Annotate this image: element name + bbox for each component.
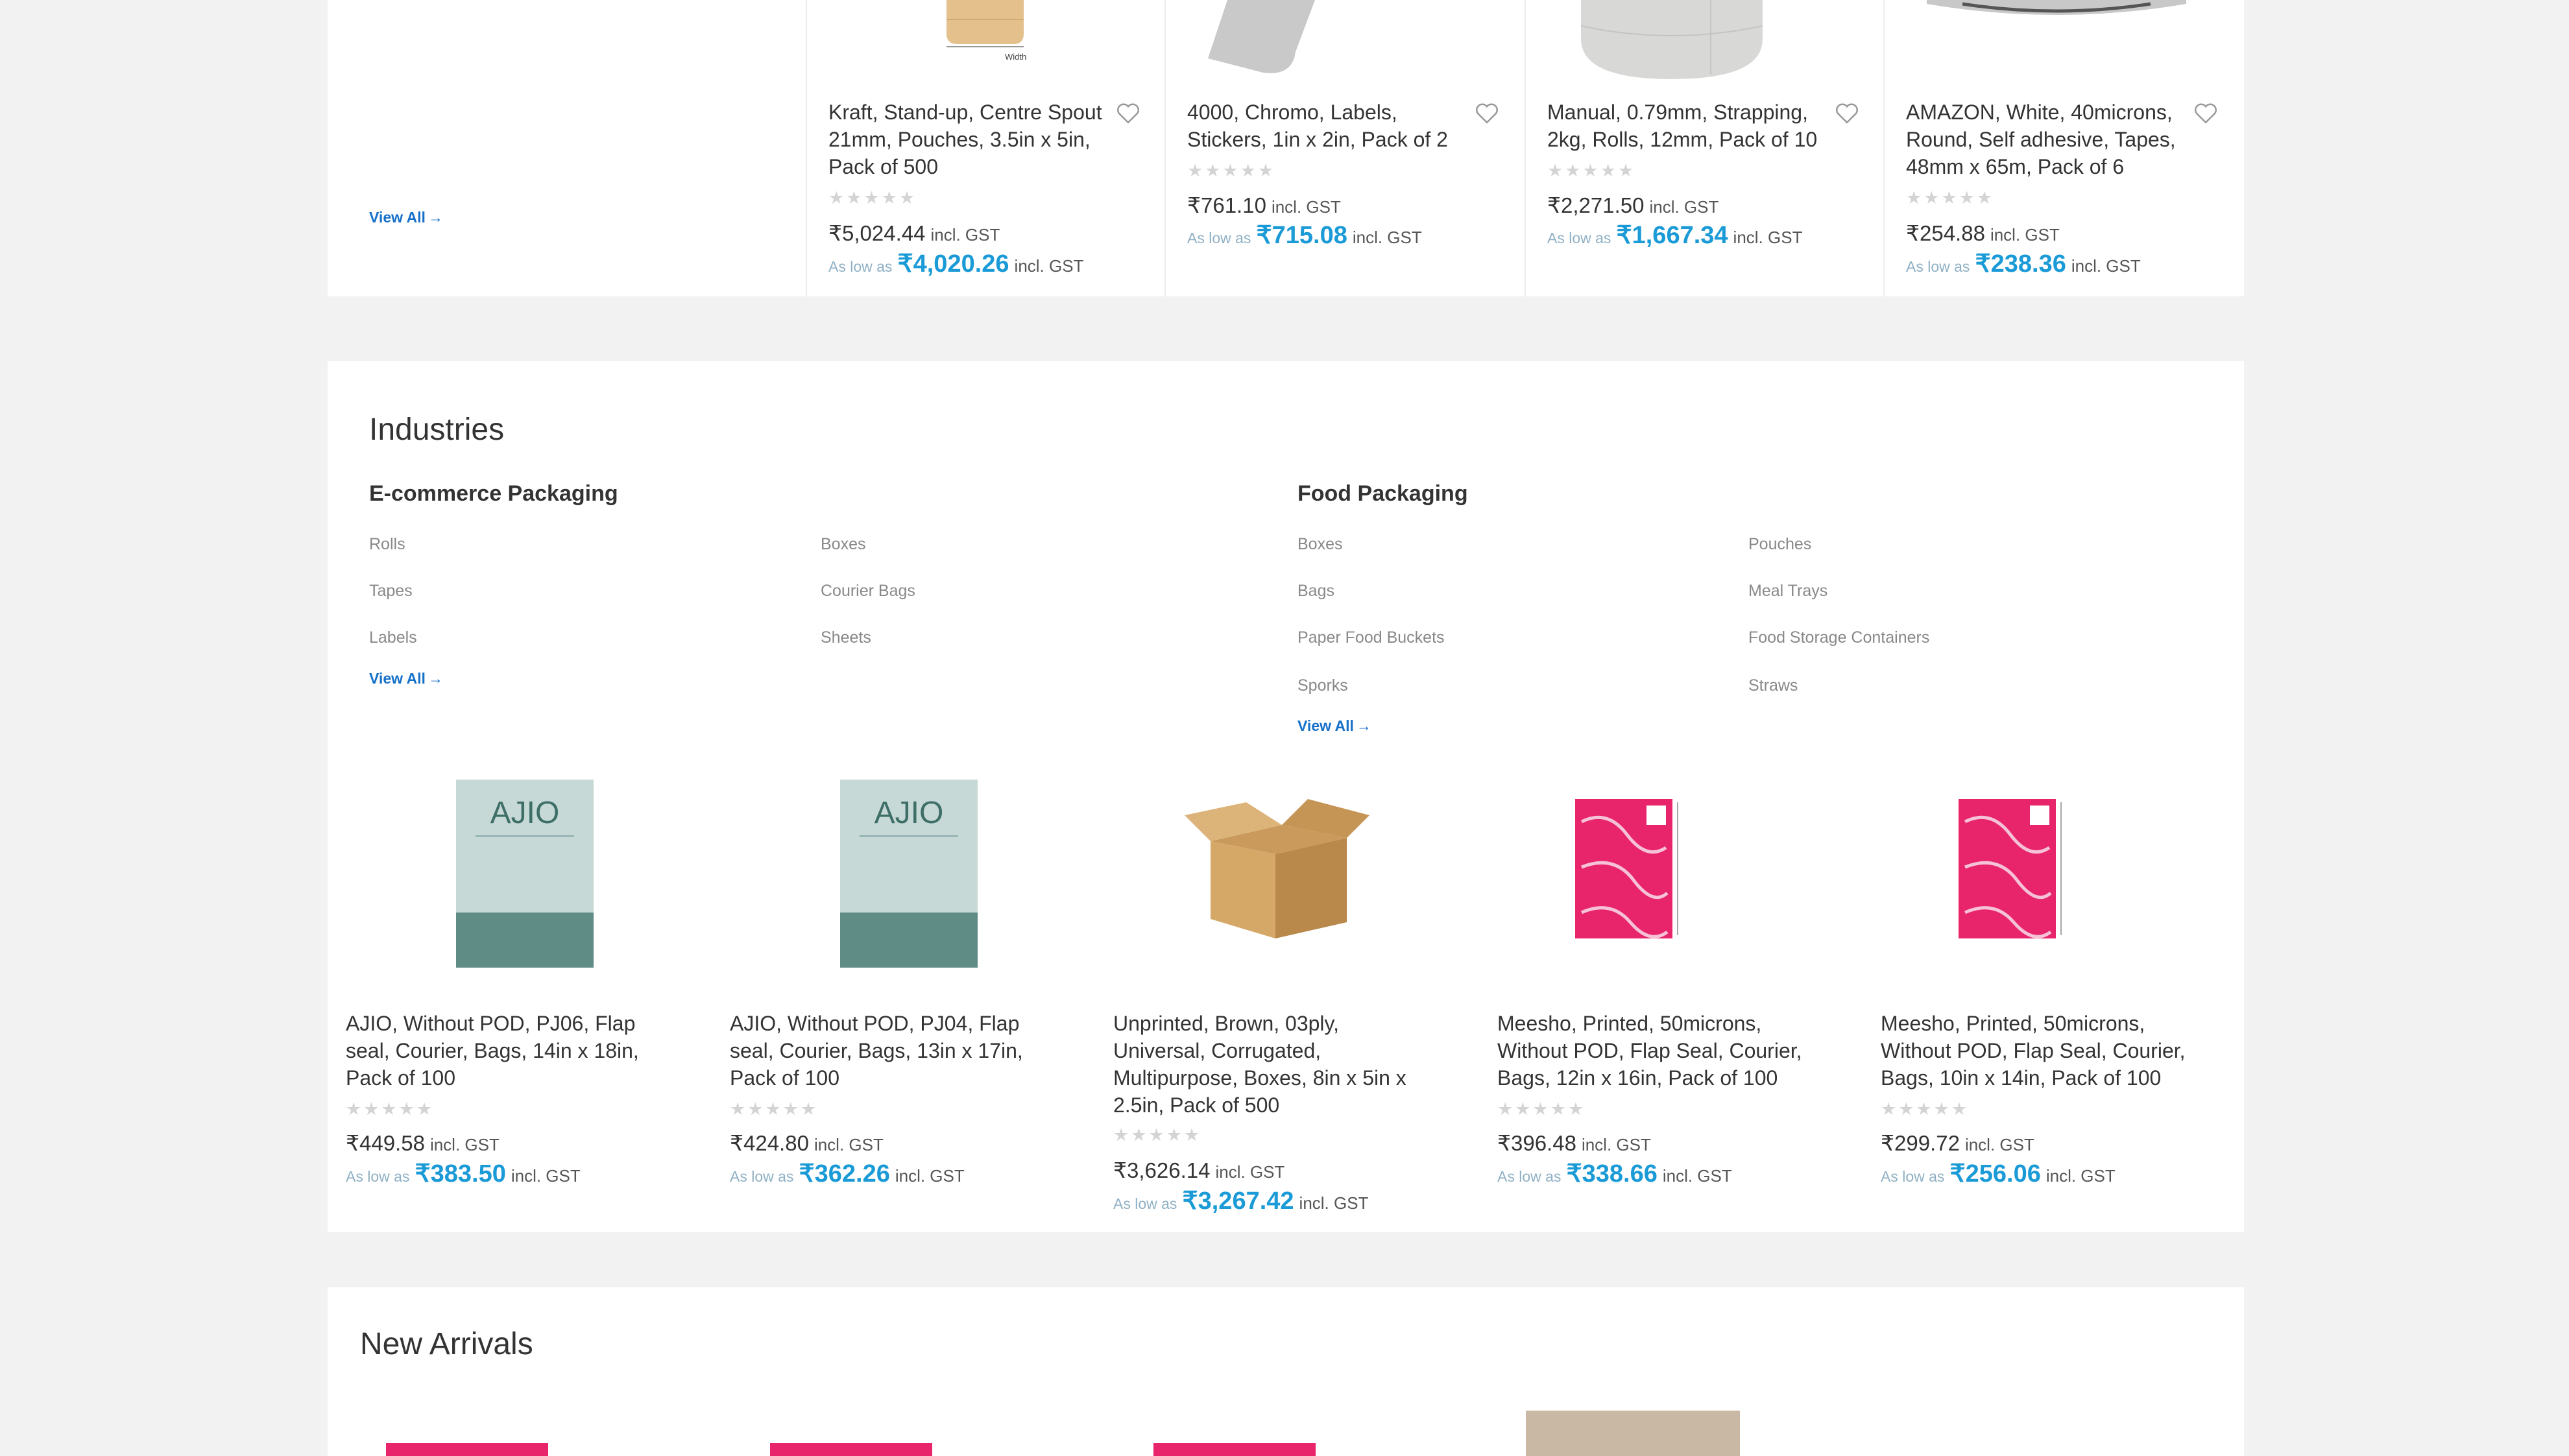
- rating-stars: ★★★★★: [1906, 188, 1995, 208]
- rating-stars: ★★★★★: [1497, 1099, 1586, 1119]
- wishlist-heart-icon[interactable]: [1475, 102, 1499, 125]
- product-title[interactable]: AJIO, Without POD, PJ04, Flap seal, Cour…: [730, 1010, 1041, 1092]
- product-thumbnail[interactable]: [770, 1443, 932, 1456]
- product-card[interactable]: 4000, Chromo, Labels, Stickers, 1in x 2i…: [1166, 0, 1521, 296]
- meesho-courier-bag-image[interactable]: [1497, 796, 1861, 951]
- corrugated-box-image[interactable]: [1113, 789, 1477, 958]
- rating-stars: ★★★★★: [730, 1099, 819, 1119]
- industries-panel: Industries E-commerce Packaging Rolls Ta…: [328, 361, 2244, 1232]
- as-low-as-price: As low as ₹338.66 incl. GST: [1497, 1160, 1732, 1187]
- product-title[interactable]: Manual, 0.79mm, Strapping, 2kg, Rolls, 1…: [1547, 99, 1826, 153]
- tape-roll-image[interactable]: [1885, 0, 2240, 84]
- product-title[interactable]: Meesho, Printed, 50microns, Without POD,…: [1497, 1010, 1809, 1092]
- as-low-as-price: As low as ₹362.26 incl. GST: [730, 1160, 965, 1187]
- product-thumbnail[interactable]: [1153, 1443, 1316, 1456]
- product-title[interactable]: 4000, Chromo, Labels, Stickers, 1in x 2i…: [1187, 99, 1466, 153]
- product-title[interactable]: Meesho, Printed, 50microns, Without POD,…: [1881, 1010, 2192, 1092]
- product-price: ₹5,024.44 incl. GST: [828, 221, 1000, 245]
- product-card[interactable]: Width Kraft, Stand-up, Centre Spout 21mm…: [807, 0, 1163, 296]
- product-card[interactable]: Manual, 0.79mm, Strapping, 2kg, Rolls, 1…: [1526, 0, 1881, 296]
- meesho-courier-bag-image[interactable]: [1881, 796, 2244, 951]
- wishlist-heart-icon[interactable]: [1116, 102, 1140, 125]
- product-title[interactable]: AJIO, Without POD, PJ06, Flap seal, Cour…: [346, 1010, 657, 1092]
- as-low-as-price: As low as ₹383.50 incl. GST: [346, 1160, 581, 1187]
- ajio-courier-bag-image[interactable]: AJIO: [346, 776, 709, 971]
- product-price: ₹254.88 incl. GST: [1906, 221, 2060, 245]
- product-thumbnail[interactable]: [386, 1443, 548, 1456]
- product-title[interactable]: Kraft, Stand-up, Centre Spout 21mm, Pouc…: [828, 99, 1107, 180]
- product-price: ₹299.72 incl. GST: [1881, 1131, 2034, 1155]
- product-thumbnail[interactable]: [1526, 1411, 1740, 1456]
- ajio-courier-bag-image[interactable]: AJIO: [730, 776, 1093, 971]
- product-price: ₹3,626.14 incl. GST: [1113, 1158, 1285, 1182]
- product-price: ₹761.10 incl. GST: [1187, 193, 1341, 217]
- as-low-as-price: As low as ₹4,020.26 incl. GST: [828, 250, 1084, 278]
- rating-stars: ★★★★★: [1881, 1099, 1970, 1119]
- ajio-brand-text: AJIO: [490, 796, 560, 830]
- ajio-brand-text: AJIO: [874, 796, 944, 830]
- product-card[interactable]: Meesho, Printed, 50microns, Without POD,…: [1497, 361, 1861, 1232]
- new-arrivals-panel: New Arrivals: [328, 1287, 2244, 1456]
- product-card[interactable]: AMAZON, White, 40microns, Round, Self ad…: [1885, 0, 2240, 296]
- as-low-as-price: As low as ₹238.36 incl. GST: [1906, 250, 2141, 278]
- product-price: ₹396.48 incl. GST: [1497, 1131, 1651, 1155]
- rating-stars: ★★★★★: [828, 188, 917, 208]
- rating-stars: ★★★★★: [346, 1099, 435, 1119]
- rating-stars: ★★★★★: [1113, 1125, 1202, 1145]
- arrow-right-icon: →: [428, 209, 443, 226]
- product-card[interactable]: AJIO AJIO, Without POD, PJ06, Flap seal,…: [346, 361, 709, 1232]
- label-sheet-image[interactable]: [1166, 0, 1521, 84]
- product-title[interactable]: Unprinted, Brown, 03ply, Universal, Corr…: [1113, 1010, 1425, 1119]
- product-card[interactable]: AJIO AJIO, Without POD, PJ04, Flap seal,…: [730, 361, 1093, 1232]
- as-low-as-price: As low as ₹256.06 incl. GST: [1881, 1160, 2116, 1187]
- as-low-as-price: As low as ₹715.08 incl. GST: [1187, 222, 1422, 249]
- product-price: ₹449.58 incl. GST: [346, 1131, 500, 1155]
- product-title[interactable]: AMAZON, White, 40microns, Round, Self ad…: [1906, 99, 2185, 180]
- product-price: ₹2,271.50 incl. GST: [1547, 193, 1719, 217]
- top-products-panel: View All → Width Kraft, Stand-up, Centre …: [328, 0, 2244, 296]
- rating-stars: ★★★★★: [1187, 161, 1276, 180]
- product-card[interactable]: Unprinted, Brown, 03ply, Universal, Corr…: [1113, 361, 1477, 1232]
- rating-stars: ★★★★★: [1547, 161, 1636, 180]
- as-low-as-price: As low as ₹1,667.34 incl. GST: [1547, 222, 1803, 249]
- as-low-as-price: As low as ₹3,267.42 incl. GST: [1113, 1187, 1369, 1215]
- kraft-pouch-image[interactable]: [807, 0, 1163, 84]
- wishlist-heart-icon[interactable]: [2193, 102, 2218, 125]
- product-card[interactable]: Meesho, Printed, 50microns, Without POD,…: [1881, 361, 2244, 1232]
- top-view-all-link[interactable]: View All →: [369, 209, 443, 226]
- product-price: ₹424.80 incl. GST: [730, 1131, 884, 1155]
- strapping-roll-image[interactable]: [1526, 0, 1881, 84]
- image-dimension-label: Width: [1005, 52, 1027, 62]
- wishlist-heart-icon[interactable]: [1835, 102, 1859, 125]
- section-title: New Arrivals: [360, 1327, 533, 1361]
